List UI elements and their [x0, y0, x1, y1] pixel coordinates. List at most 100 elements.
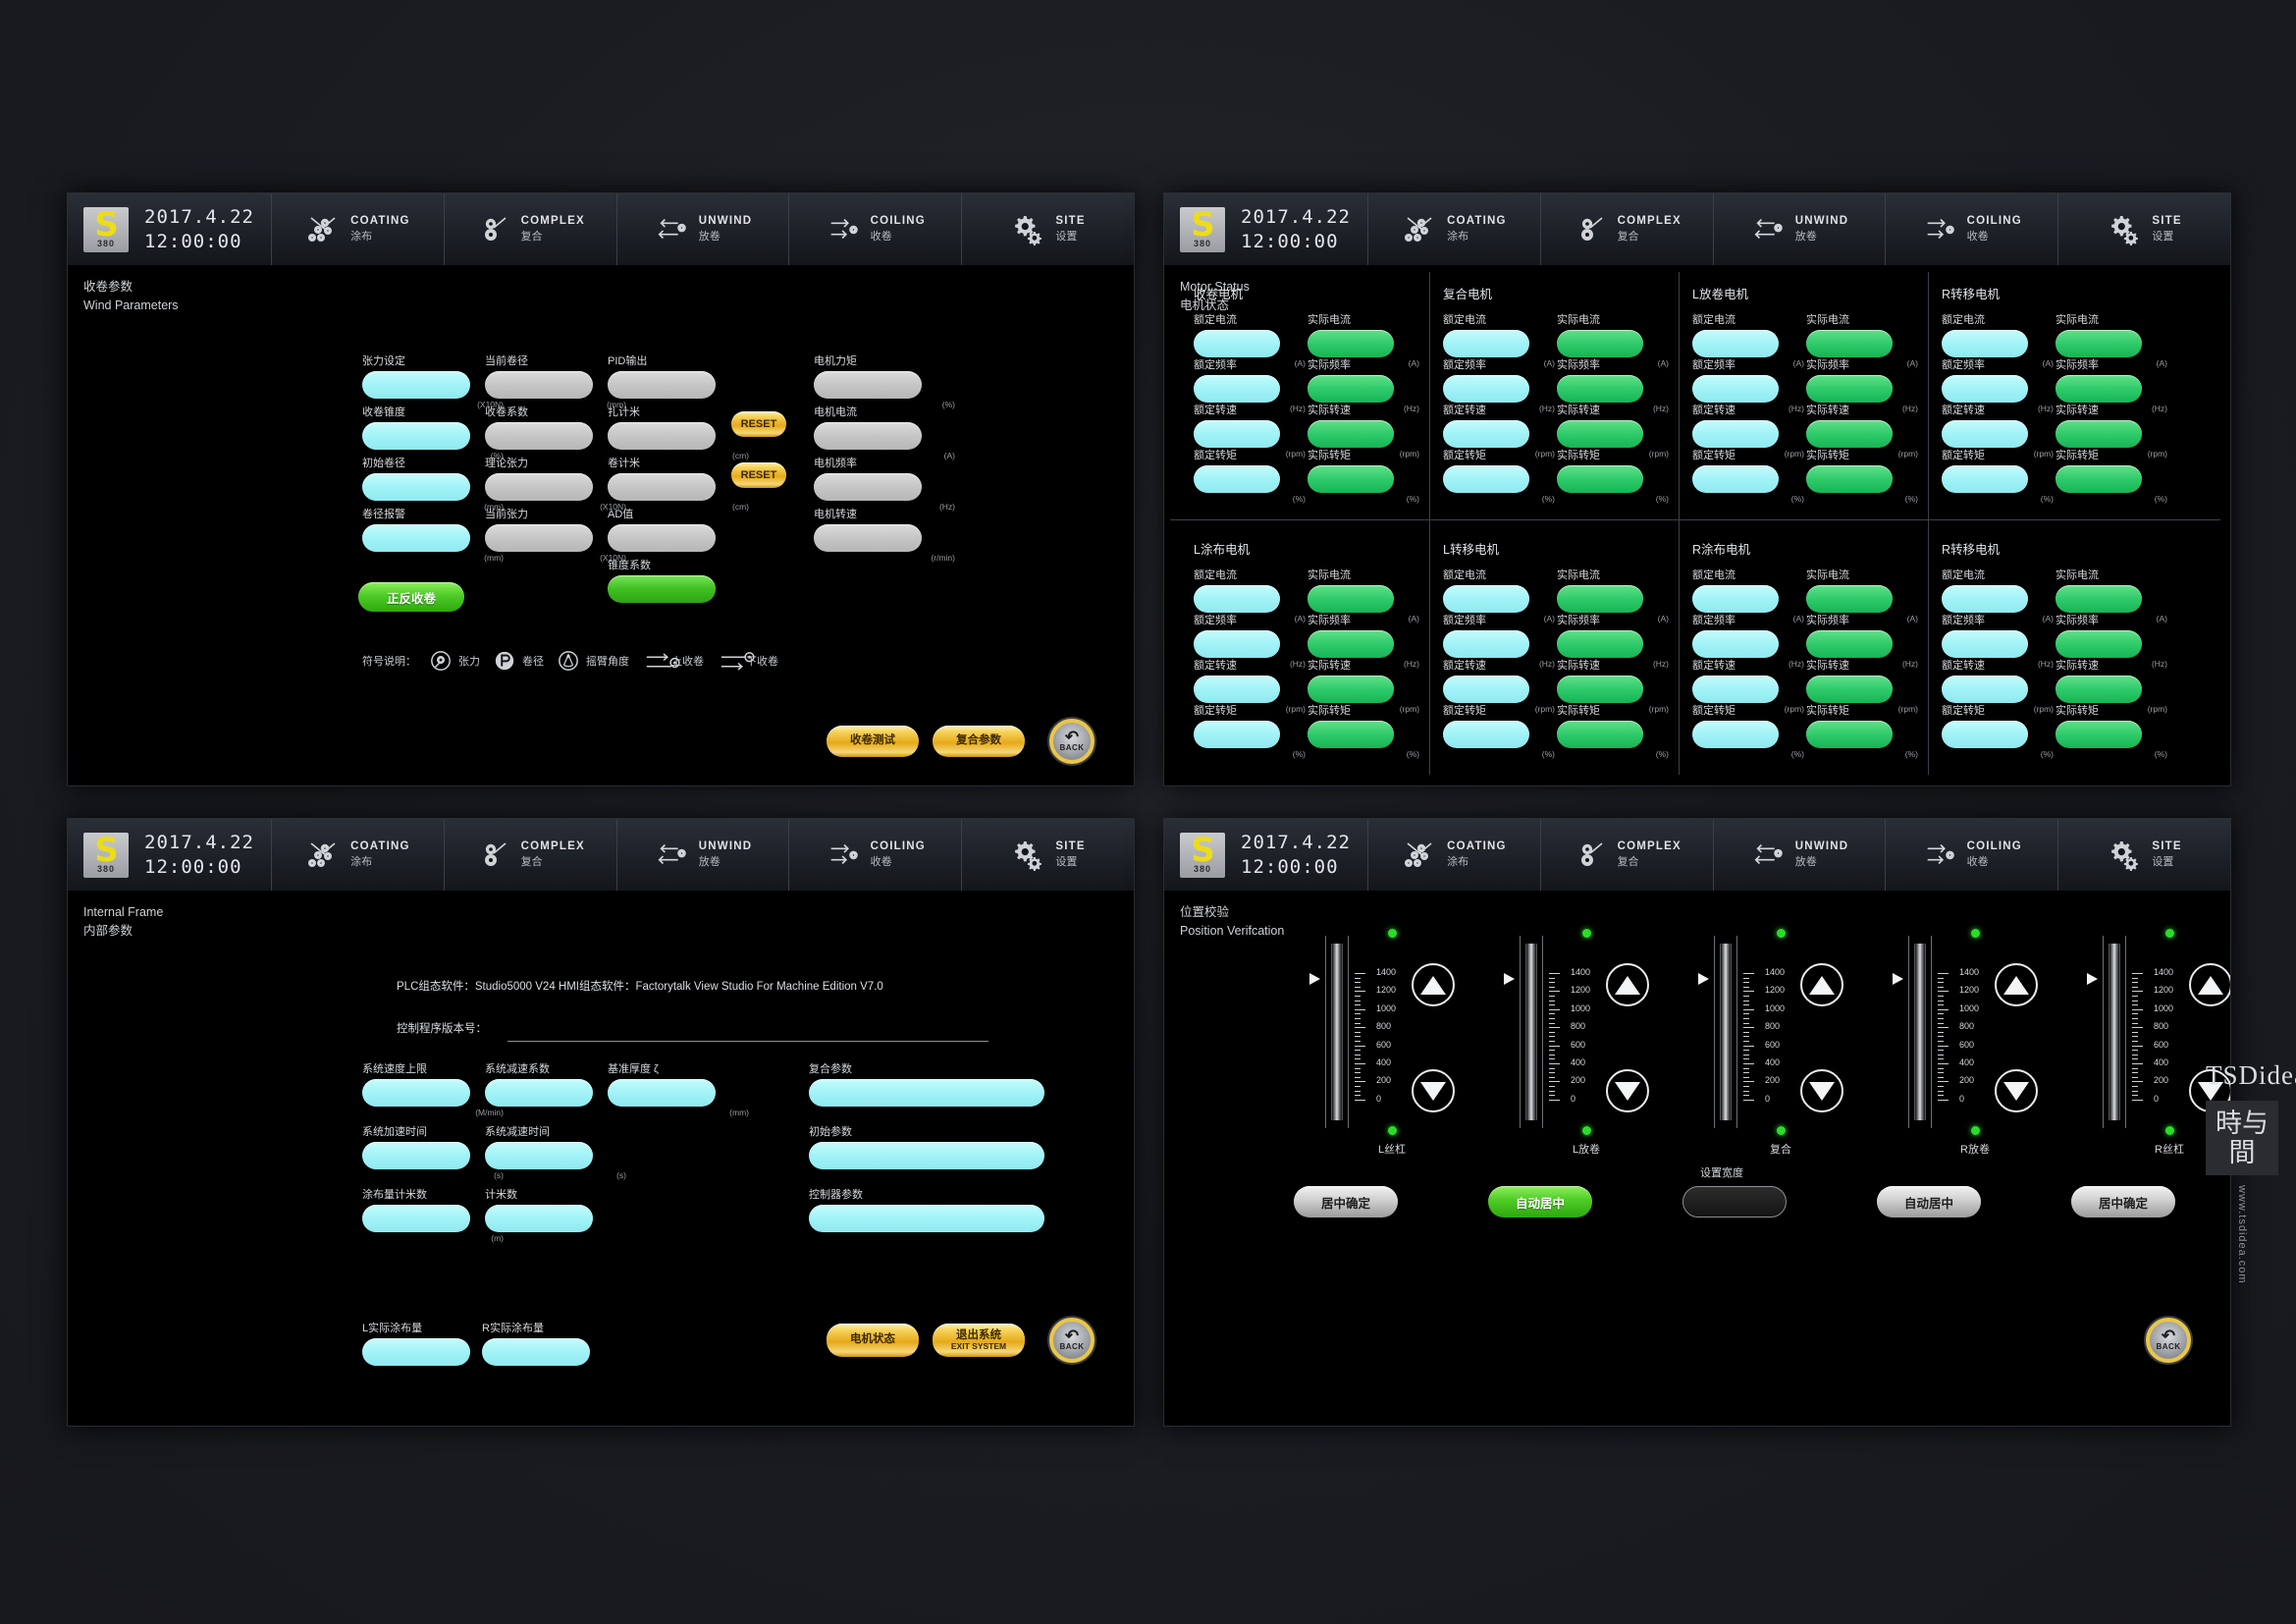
field-input[interactable]	[485, 1205, 593, 1232]
field-input[interactable]	[485, 1079, 593, 1107]
decrease-button[interactable]	[1606, 1069, 1649, 1112]
field-input[interactable]: (rpm)	[1692, 676, 1779, 703]
slider-track[interactable]: 1400120010008006004002000	[1498, 944, 1675, 1120]
slider-track[interactable]: 1400120010008006004002000	[1304, 944, 1480, 1120]
nav-tab-unwind[interactable]: UNWIND 放卷	[617, 819, 790, 891]
decrease-button[interactable]	[1800, 1069, 1843, 1112]
field-input[interactable]: (Hz)	[1692, 630, 1779, 658]
field-input[interactable]: (rpm)	[1692, 420, 1779, 448]
nav-tab-coiling[interactable]: COILING 收卷	[1886, 193, 2058, 265]
field-input[interactable]: (rpm)	[1443, 420, 1529, 448]
increase-button[interactable]	[1606, 963, 1649, 1006]
field-input[interactable]: (Hz)	[1194, 375, 1280, 403]
nav-tab-coating[interactable]: COATING 涂布	[1368, 193, 1541, 265]
nav-tab-complex[interactable]: COMPLEX 复合	[445, 193, 617, 265]
field-input[interactable]: (X10N)	[362, 371, 470, 399]
field-input[interactable]: (Hz)	[1692, 375, 1779, 403]
field-input[interactable]: (A)	[1194, 585, 1280, 613]
slider-track[interactable]: 1400120010008006004002000	[1692, 944, 1869, 1120]
nav-tab-site[interactable]: SITE 设置	[962, 193, 1134, 265]
slider-bar[interactable]	[2109, 944, 2120, 1120]
field-input[interactable]: (%)	[1942, 721, 2028, 748]
field-input[interactable]: (s)	[362, 1142, 470, 1169]
field-input[interactable]: (Hz)	[1942, 630, 2028, 658]
slider-bar[interactable]	[1914, 944, 1926, 1120]
field-input[interactable]: (mm)	[362, 473, 470, 501]
nav-tab-coiling[interactable]: COILING 收卷	[789, 819, 962, 891]
field-input[interactable]	[482, 1338, 590, 1366]
field-input[interactable]: (A)	[1692, 585, 1779, 613]
field-input[interactable]	[608, 575, 716, 603]
decrease-button[interactable]	[1412, 1069, 1455, 1112]
decrease-button[interactable]	[1995, 1069, 2038, 1112]
field-input[interactable]: (Hz)	[1443, 375, 1529, 403]
field-input[interactable]: (M/min)	[362, 1079, 470, 1107]
back-button[interactable]: ↶ BACK	[1049, 1318, 1095, 1363]
nav-tab-unwind[interactable]: UNWIND 放卷	[1714, 193, 1887, 265]
field-input[interactable]: (A)	[1443, 585, 1529, 613]
back-button[interactable]: ↶ BACK	[2146, 1318, 2191, 1363]
nav-tab-coating[interactable]: COATING 涂布	[1368, 819, 1541, 891]
increase-button[interactable]	[1995, 963, 2038, 1006]
gauge-action-button-4[interactable]: 居中确定	[2071, 1186, 2175, 1218]
gauge-action-button-0[interactable]: 居中确定	[1294, 1186, 1398, 1218]
field-input[interactable]: (r/min)	[814, 524, 922, 552]
panel3-action-button-0[interactable]: 电机状态	[827, 1324, 919, 1357]
field-input[interactable]: (A)	[1443, 330, 1529, 357]
field-input[interactable]: (%)	[1443, 465, 1529, 493]
nav-tab-complex[interactable]: COMPLEX 复合	[1541, 819, 1714, 891]
field-input[interactable]: (rpm)	[1194, 420, 1280, 448]
field-input[interactable]: (Hz)	[1942, 375, 2028, 403]
field-input[interactable]: (Hz)	[814, 473, 922, 501]
field-input[interactable]: (A)	[1942, 585, 2028, 613]
increase-button[interactable]	[1412, 963, 1455, 1006]
nav-tab-site[interactable]: SITE 设置	[962, 819, 1134, 891]
nav-tab-site[interactable]: SITE 设置	[2058, 193, 2230, 265]
field-input[interactable]: (mm)	[362, 524, 470, 552]
field-input[interactable]: (rpm)	[1443, 676, 1529, 703]
nav-tab-unwind[interactable]: UNWIND 放卷	[617, 193, 790, 265]
field-input[interactable]	[809, 1142, 1044, 1169]
field-input[interactable]	[485, 422, 593, 450]
nav-tab-site[interactable]: SITE 设置	[2058, 819, 2230, 891]
nav-tab-coating[interactable]: COATING 涂布	[272, 819, 445, 891]
increase-button[interactable]	[2189, 963, 2231, 1006]
field-input[interactable]: (%)	[1692, 465, 1779, 493]
slider-track[interactable]: 1400120010008006004002000	[1887, 944, 2063, 1120]
field-input[interactable]: (%)	[1692, 721, 1779, 748]
field-input[interactable]: (%)	[814, 371, 922, 399]
field-input[interactable]: (mm)	[608, 1079, 716, 1107]
field-input[interactable]	[809, 1205, 1044, 1232]
field-input[interactable]: (m)	[362, 1205, 470, 1232]
field-input[interactable]: (Hz)	[1194, 630, 1280, 658]
field-input[interactable]: (rpm)	[1942, 676, 2028, 703]
field-input[interactable]: (s)	[485, 1142, 593, 1169]
slider-bar[interactable]	[1331, 944, 1343, 1120]
nav-tab-complex[interactable]: COMPLEX 复合	[445, 819, 617, 891]
field-input[interactable]: (%)	[362, 422, 470, 450]
gauge-action-button-1[interactable]: 自动居中	[1488, 1186, 1592, 1218]
field-input[interactable]: (A)	[1692, 330, 1779, 357]
field-input[interactable]	[608, 371, 716, 399]
field-input[interactable]: (A)	[1942, 330, 2028, 357]
field-input[interactable]: (X10N)	[485, 524, 593, 552]
back-button[interactable]: ↶ BACK	[1049, 719, 1095, 764]
field-input[interactable]: (X10N)	[485, 473, 593, 501]
action-button-0[interactable]: 收卷测试	[827, 726, 919, 757]
field-input[interactable]: (A)	[1194, 330, 1280, 357]
slider-bar[interactable]	[1720, 944, 1732, 1120]
field-input[interactable]	[809, 1079, 1044, 1107]
gauge-action-button-3[interactable]: 自动居中	[1877, 1186, 1981, 1218]
field-input[interactable]	[362, 1338, 470, 1366]
field-input[interactable]: (cm)	[608, 473, 716, 501]
field-input[interactable]: (A)	[814, 422, 922, 450]
slider-bar[interactable]	[1525, 944, 1537, 1120]
increase-button[interactable]	[1800, 963, 1843, 1006]
field-input[interactable]: (Hz)	[1443, 630, 1529, 658]
nav-tab-coiling[interactable]: COILING 收卷	[789, 193, 962, 265]
action-button-1[interactable]: 复合参数	[933, 726, 1025, 757]
field-input[interactable]: (%)	[1194, 721, 1280, 748]
reset-button-1[interactable]: RESET	[731, 462, 786, 488]
nav-tab-unwind[interactable]: UNWIND 放卷	[1714, 819, 1887, 891]
nav-tab-coating[interactable]: COATING 涂布	[272, 193, 445, 265]
